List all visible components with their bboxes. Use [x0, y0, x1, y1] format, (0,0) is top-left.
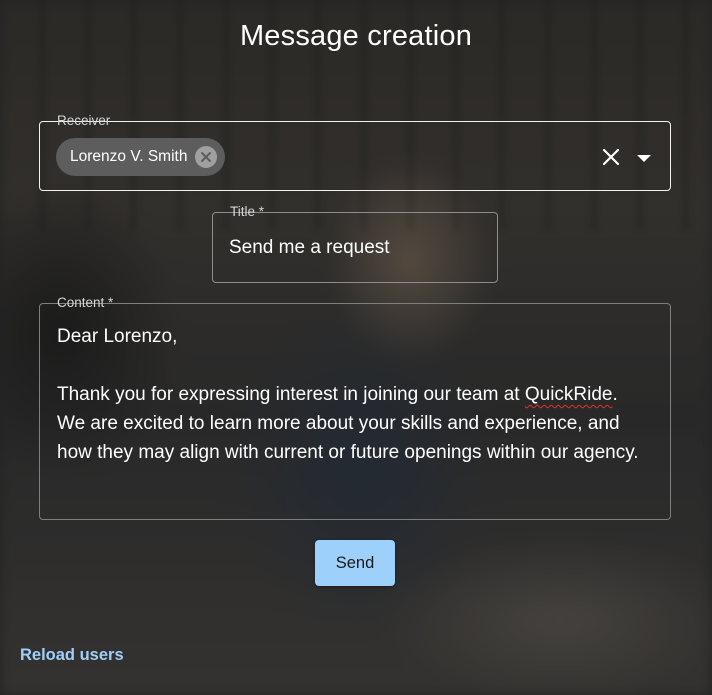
close-icon[interactable]: [600, 146, 622, 168]
message-creation-screen: Message creation Receiver Lorenzo V. Smi…: [0, 0, 712, 695]
misspelled-word: QuickRide: [524, 384, 613, 405]
page-title: Message creation: [239, 20, 473, 52]
receiver-field[interactable]: Receiver Lorenzo V. Smith: [39, 113, 671, 191]
receiver-chip[interactable]: Lorenzo V. Smith: [56, 138, 226, 176]
arrow-drop-down-icon[interactable]: [634, 150, 654, 166]
receiver-chip-label: Lorenzo V. Smith: [70, 148, 188, 165]
cancel-circle-icon[interactable]: [195, 146, 218, 168]
content-label: Content *: [52, 294, 119, 312]
content-textarea[interactable]: Dear Lorenzo, Thank you for expressing i…: [57, 322, 640, 467]
content-text-before: Thank you for expressing interest in joi…: [57, 384, 525, 405]
title-field[interactable]: Title *: [212, 204, 498, 283]
reload-users-link[interactable]: Reload users: [20, 646, 124, 665]
receiver-label: Receiver: [52, 112, 116, 130]
content-greeting: Dear Lorenzo,: [57, 326, 178, 347]
content-field[interactable]: Content * Dear Lorenzo, Thank you for ex…: [39, 295, 671, 520]
send-button[interactable]: Send: [315, 540, 395, 586]
title-input[interactable]: [229, 213, 481, 282]
